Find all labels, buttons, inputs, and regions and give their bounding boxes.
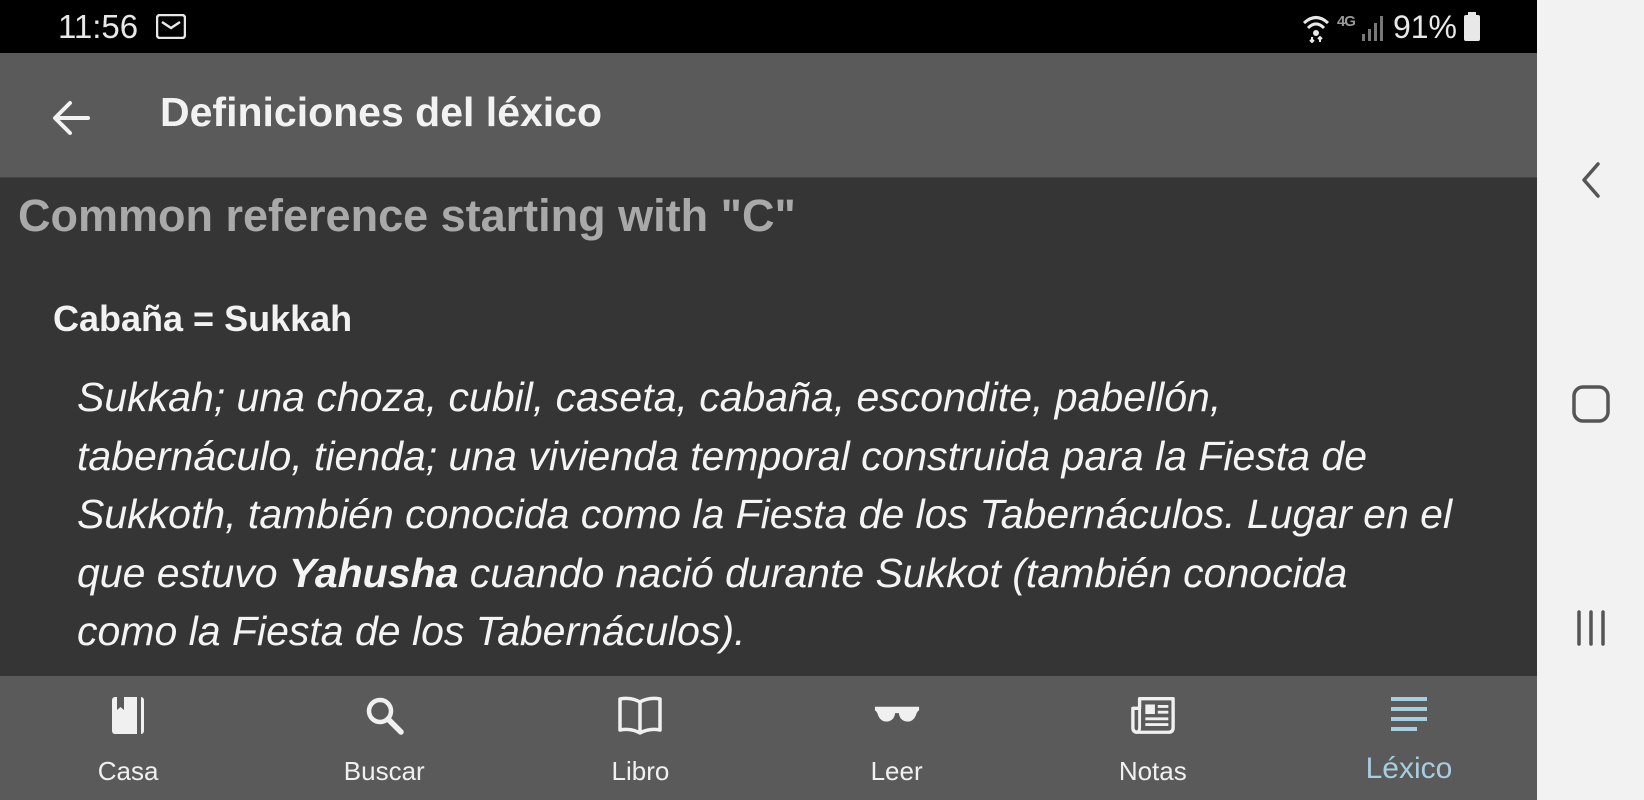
wifi-icon — [1302, 16, 1329, 43]
network-type: 4G — [1336, 12, 1356, 30]
nav-label-leer: Leer — [870, 756, 923, 786]
entry-definition: Sukkah; una choza, cubil, caseta, cabaña… — [77, 368, 1457, 661]
nav-label-libro: Libro — [611, 756, 670, 786]
lines-icon — [1390, 697, 1427, 731]
arrow-back-icon — [53, 101, 90, 135]
nav-label-buscar: Buscar — [343, 756, 425, 786]
section-heading: Common reference starting with "C" — [18, 190, 796, 241]
back-button[interactable] — [44, 91, 98, 145]
signal-icon — [1361, 16, 1383, 41]
nav-item-buscar[interactable]: Buscar — [256, 676, 512, 800]
nav-item-libro[interactable]: Libro — [512, 676, 768, 800]
nav-item-lexico[interactable]: Léxico — [1281, 676, 1537, 800]
nav-label-lexico: Léxico — [1365, 752, 1453, 785]
chevron-left-icon — [1582, 162, 1600, 198]
nav-item-leer[interactable]: Leer — [769, 676, 1025, 800]
page-title: Definiciones del léxico — [160, 89, 603, 135]
nav-label-notas: Notas — [1118, 756, 1187, 786]
battery-percent: 91% — [1392, 8, 1457, 45]
definition-bold-name: Yahusha — [289, 549, 459, 596]
book-icon — [112, 697, 145, 734]
search-icon — [367, 697, 404, 735]
entry-term: Cabaña = Sukkah — [53, 298, 353, 339]
system-home-button[interactable] — [1563, 376, 1619, 432]
system-nav-bar — [1537, 0, 1644, 800]
nav-item-casa[interactable]: Casa — [0, 676, 256, 800]
bottom-nav: Casa Buscar Libro Leer Notas Léxico — [0, 676, 1537, 800]
system-back-button[interactable] — [1563, 152, 1619, 208]
status-time: 11:56 — [58, 8, 139, 45]
nav-label-casa: Casa — [97, 756, 159, 786]
app-bar: Definiciones del léxico — [0, 53, 1537, 178]
glasses-icon — [874, 706, 919, 722]
home-square-icon — [1572, 385, 1610, 423]
battery-icon — [1464, 12, 1480, 41]
lexicon-content[interactable]: Common reference starting with "C" Cabañ… — [0, 178, 1537, 676]
nav-item-notas[interactable]: Notas — [1025, 676, 1281, 800]
mail-icon — [156, 14, 186, 39]
status-bar: 11:56 4G 91% — [0, 0, 1537, 53]
open-book-icon — [618, 696, 663, 735]
recents-icon — [1577, 610, 1605, 646]
system-recents-button[interactable] — [1563, 600, 1619, 656]
newspaper-icon — [1130, 697, 1175, 734]
